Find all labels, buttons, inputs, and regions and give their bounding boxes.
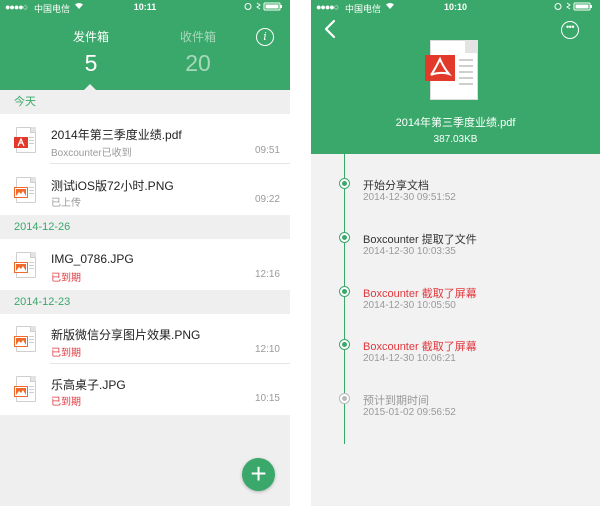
event-time: 2014-12-30 09:51:52	[363, 192, 456, 203]
tab-inbox[interactable]: 收件箱 20	[163, 28, 233, 77]
file-status: 已到期	[51, 348, 81, 359]
event-title: Boxcounter 提取了文件	[363, 234, 477, 246]
file-time: 12:16	[254, 269, 280, 280]
event-time: 2014-12-30 10:03:35	[363, 246, 456, 257]
file-name: 2014年第三季度业绩.pdf	[51, 128, 182, 142]
section-header-date: 2014-12-26	[0, 215, 290, 239]
file-status: Boxcounter已收到	[51, 148, 132, 159]
file-time: 09:22	[254, 194, 280, 205]
file-name: IMG_0786.JPG	[51, 252, 134, 266]
detail-file-size: 387.03KB	[433, 134, 478, 145]
image-file-icon	[14, 326, 36, 352]
pdf-file-icon	[14, 127, 36, 153]
timeline-node	[339, 232, 350, 243]
event-title: 开始分享文档	[363, 180, 429, 192]
inbox-count: 20	[185, 50, 211, 76]
battery-icon	[244, 2, 284, 13]
file-name: 乐高桌子.JPG	[51, 378, 126, 392]
event-title: Boxcounter 截取了屏幕	[363, 288, 477, 300]
timeline-node	[339, 286, 350, 297]
file-name: 测试iOS版72小时.PNG	[51, 179, 174, 193]
outbox-label: 发件箱	[72, 30, 109, 44]
battery-icon	[554, 2, 594, 13]
file-row[interactable]: IMG_0786.JPG 已到期 12:16	[0, 239, 290, 290]
file-row[interactable]: 新版微信分享图片效果.PNG 已到期 12:10	[0, 314, 290, 364]
file-time: 10:15	[254, 393, 280, 404]
tab-outbox[interactable]: 发件箱 5	[56, 28, 126, 77]
event-title: Boxcounter 截取了屏幕	[363, 341, 477, 353]
file-status: 已到期	[51, 397, 81, 408]
file-status: 已到期	[51, 273, 81, 284]
file-row[interactable]: 乐高桌子.JPG 已到期 10:15	[0, 364, 290, 415]
detail-file-name: 2014年第三季度业绩.pdf	[395, 117, 516, 129]
inbox-label: 收件箱	[179, 30, 216, 44]
file-row[interactable]: 测试iOS版72小时.PNG 已上传 09:22	[0, 164, 290, 215]
event-title: 预计到期时间	[363, 395, 429, 407]
file-name: 新版微信分享图片效果.PNG	[51, 328, 201, 342]
event-time: 2014-12-30 10:06:21	[363, 353, 456, 364]
timeline-node	[339, 393, 350, 404]
event-time: 2014-12-30 10:05:50	[363, 300, 456, 311]
status-bar: ●●●●○ 中国电信 10:10	[311, 0, 600, 14]
screen-gutter	[290, 0, 311, 506]
status-bar: ●●●●○ 中国电信 10:11	[0, 0, 290, 14]
event-time: 2015-01-02 09:56:52	[363, 407, 456, 418]
outbox-header: ●●●●○ 中国电信 10:11 发件箱 5 收件箱 20 i	[0, 0, 290, 90]
image-file-icon	[14, 252, 36, 278]
pdf-file-icon	[425, 40, 478, 100]
timeline-node	[339, 178, 350, 189]
add-file-button[interactable]: +	[242, 458, 275, 491]
detail-header: ●●●●○ 中国电信 10:10 ••• 2014年第三季度业绩.pdf 387…	[311, 0, 600, 154]
outbox-count: 5	[84, 50, 98, 76]
section-header-date: 2014-12-23	[0, 290, 290, 314]
file-time: 12:10	[254, 344, 280, 355]
file-row[interactable]: 2014年第三季度业绩.pdf Boxcounter已收到 09:51	[0, 114, 290, 164]
file-detail-screen: ●●●●○ 中国电信 10:10 ••• 2014年第三季度业绩.pdf 387…	[311, 0, 600, 506]
file-time: 09:51	[254, 145, 280, 156]
section-header-today: 今天	[0, 90, 290, 114]
file-status: 已上传	[51, 198, 81, 209]
info-icon[interactable]: i	[256, 28, 274, 46]
back-chevron-icon[interactable]	[323, 19, 337, 39]
image-file-icon	[14, 376, 36, 402]
more-options-icon[interactable]: •••	[561, 21, 579, 39]
outbox-screen: ●●●●○ 中国电信 10:11 发件箱 5 收件箱 20 i 今天 2014年…	[0, 0, 290, 506]
timeline-node	[339, 339, 350, 350]
image-file-icon	[14, 177, 36, 203]
